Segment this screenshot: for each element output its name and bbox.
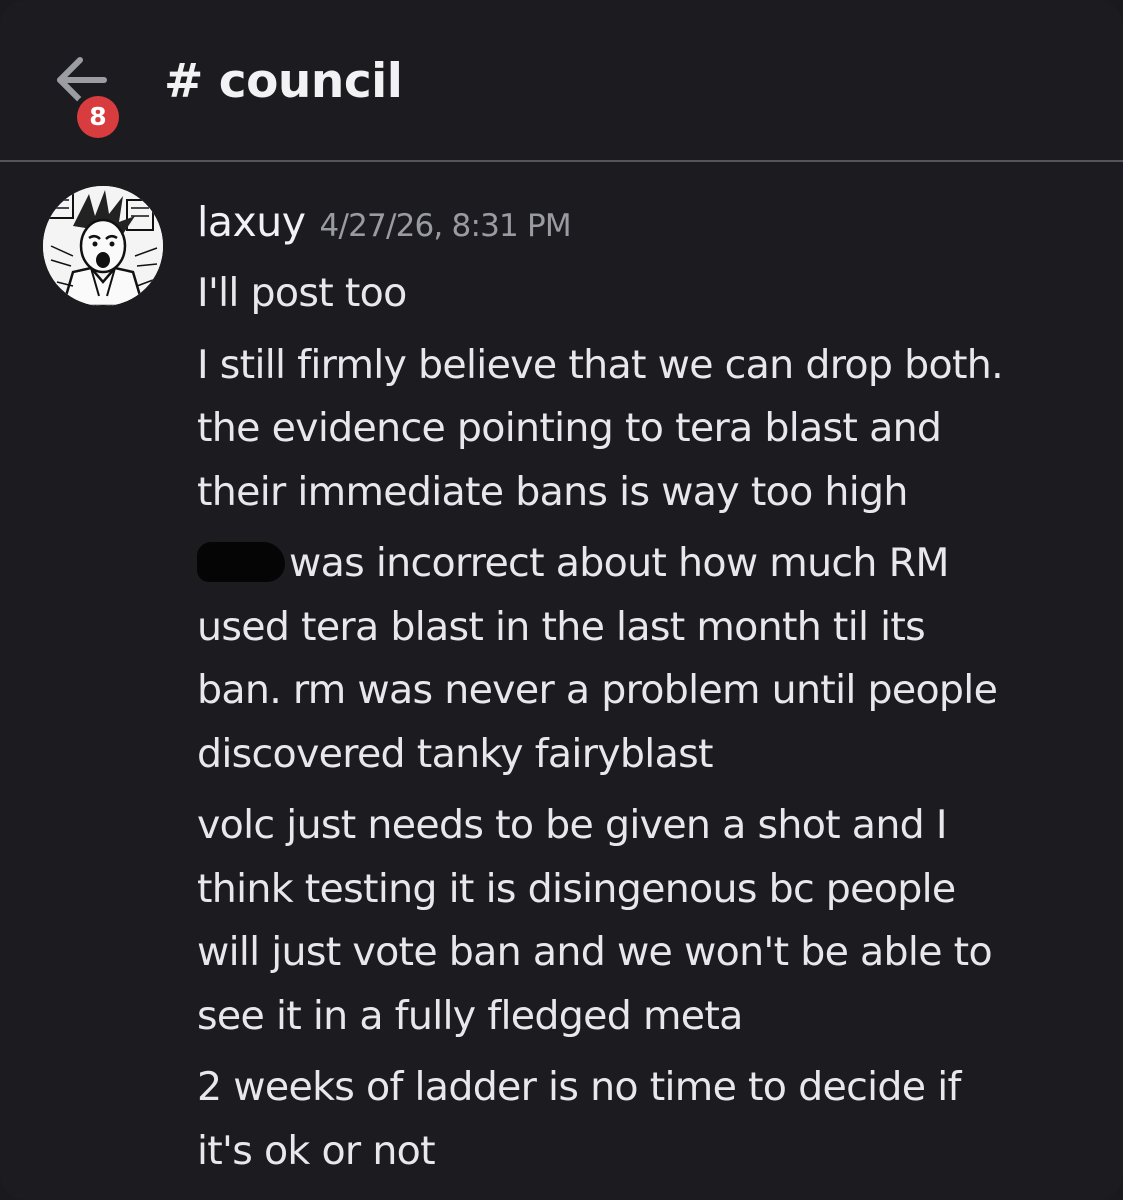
message-line: think testing it is disingenous bc peopl… bbox=[197, 865, 956, 912]
unread-count: 8 bbox=[77, 96, 119, 138]
message-line: ban. rm was never a problem until people bbox=[197, 667, 998, 713]
message-line: their immediate bans is way too high bbox=[197, 468, 908, 515]
message-content: I'll post too I still firmly believe tha… bbox=[197, 262, 1097, 1183]
message-line-redacted: was incorrect about how much RM bbox=[197, 532, 1097, 596]
message-line: 2 weeks of ladder is no time to decide i… bbox=[197, 1064, 961, 1110]
message-line: was incorrect about how much RM bbox=[289, 540, 949, 586]
message-line: volc just needs to be given a shot and I bbox=[197, 802, 948, 848]
redacted-name bbox=[197, 542, 285, 582]
timestamp: 4/27/26, 8:31 PM bbox=[319, 208, 572, 244]
message-text[interactable]: 2 weeks of ladder is no time to decide i… bbox=[197, 1056, 1097, 1183]
message-line: see it in a fully fledged meta bbox=[197, 992, 743, 1039]
avatar[interactable] bbox=[43, 186, 163, 306]
message-line: it's ok or not bbox=[197, 1127, 436, 1174]
message-line: the evidence pointing to tera blast and bbox=[197, 405, 942, 451]
message-line: will just vote ban and we won't be able … bbox=[197, 929, 993, 975]
message-text[interactable]: I'll post too bbox=[197, 262, 1097, 326]
message-line: used tera blast in the last month til it… bbox=[197, 603, 926, 650]
channel-header: 8 # council bbox=[0, 0, 1123, 161]
unread-badge: 8 bbox=[72, 91, 124, 143]
message-line: I'll post too bbox=[197, 270, 407, 316]
message-text[interactable]: volc just needs to be given a shot and I… bbox=[197, 794, 1097, 1048]
message-text[interactable]: was incorrect about how much RM used ter… bbox=[197, 532, 1097, 786]
message-text[interactable]: I still firmly believe that we can drop … bbox=[197, 334, 1097, 525]
header-divider bbox=[0, 160, 1123, 162]
manga-avatar-icon bbox=[43, 186, 163, 306]
message-header: laxuy 4/27/26, 8:31 PM bbox=[197, 198, 572, 246]
message-line: discovered tanky fairyblast bbox=[197, 730, 713, 777]
channel-title: # council bbox=[164, 54, 403, 109]
username[interactable]: laxuy bbox=[197, 198, 306, 246]
app-frame: 8 # council laxuy 4/27/26, 8:31 PM I'll … bbox=[0, 0, 1123, 1200]
message-line: I still firmly believe that we can drop … bbox=[197, 341, 1004, 388]
